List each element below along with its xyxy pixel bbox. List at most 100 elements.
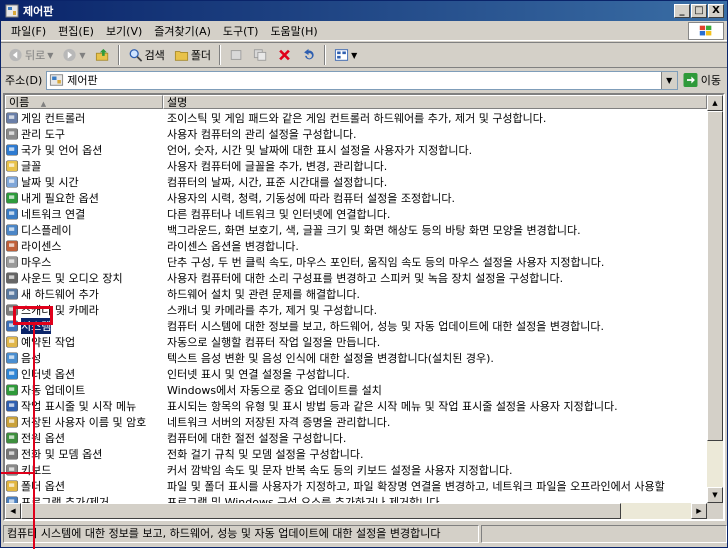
gamepad-icon [6,112,19,124]
list-item[interactable]: 사운드 및 오디오 장치 사용자 컴퓨터에 대한 소리 구성표를 변경하고 스피커… [5,270,707,286]
close-button[interactable]: X [708,4,724,18]
address-field[interactable]: 제어판 ▼ [46,70,678,90]
list-item-name-cell[interactable]: 디스플레이 [5,222,163,238]
list-item-description: 컴퓨터에 대한 절전 설정을 구성합니다. [167,432,347,445]
list-item-description: 컴퓨터의 날짜, 시간, 표준 시간대를 설정합니다. [167,176,388,189]
list-item-name-cell[interactable]: 인터넷 옵션 [5,366,163,382]
status-panel [481,525,727,543]
list-item-name-cell[interactable]: 날짜 및 시간 [5,174,163,190]
list-item-name-cell[interactable]: 전원 옵션 [5,430,163,446]
list-item[interactable]: 국가 및 언어 옵션 언어, 숫자, 시간 및 날짜에 대한 표시 설정을 사용자… [5,142,707,158]
list-item-name-cell[interactable]: 국가 및 언어 옵션 [5,142,163,158]
maximize-button[interactable]: □ [691,4,707,18]
column-header-name[interactable]: 이름 ▲ [5,95,163,109]
search-button[interactable]: 검색 [125,44,168,66]
list-item[interactable]: 마우스 단추 구성, 두 번 클릭 속도, 마우스 포인터, 움직임 속도 등의 … [5,254,707,270]
list-item-description: 단추 구성, 두 번 클릭 속도, 마우스 포인터, 움직임 속도 등의 마우스… [167,256,605,269]
list-item-name-cell[interactable]: 새 하드웨어 추가 [5,286,163,302]
views-button[interactable]: ▼ [331,44,360,66]
list-item-name-cell[interactable]: 마우스 [5,254,163,270]
folders-button[interactable]: 폴더 [171,44,214,66]
list-item-name-cell[interactable]: 사운드 및 오디오 장치 [5,270,163,286]
undo-button[interactable] [298,44,319,66]
list-item[interactable]: 새 하드웨어 추가 하드웨어 설치 및 관련 문제를 해결합니다. [5,286,707,302]
list-item-name-cell[interactable]: 글꼴 [5,158,163,174]
menu-help[interactable]: 도움말(H) [264,23,323,39]
minimize-button[interactable]: _ [674,4,690,18]
go-button[interactable]: 이동 [678,72,727,88]
list-item[interactable]: 프로그램 추가/제거 프로그램 및 Windows 구성 요소를 추가하거나 제거… [5,494,707,503]
list-item-name-cell[interactable]: 음성 [5,350,163,366]
menu-view[interactable]: 보기(V) [100,23,148,39]
address-dropdown-icon[interactable]: ▼ [660,71,677,89]
list-item[interactable]: 전화 및 모뎀 옵션 전화 걸기 규칙 및 모뎀 설정을 구성합니다. [5,446,707,462]
list-item[interactable]: 글꼴 사용자 컴퓨터에 글꼴을 추가, 변경, 관리합니다. [5,158,707,174]
toolbar-separator [117,45,120,65]
list-item[interactable]: 폴더 옵션 파일 및 폴더 표시를 사용자가 지정하고, 파일 확장명 연결을 변… [5,478,707,494]
list-item[interactable]: 관리 도구 사용자 컴퓨터의 관리 설정을 구성합니다. [5,126,707,142]
list-item[interactable]: 전원 옵션 컴퓨터에 대한 절전 설정을 구성합니다. [5,430,707,446]
horizontal-scroll-thumb[interactable] [21,503,621,519]
list-item[interactable]: 예약된 작업 자동으로 실행할 컴퓨터 작업 일정을 만듭니다. [5,334,707,350]
list-item[interactable]: 디스플레이 백그라운드, 화면 보호기, 색, 글꼴 크기 및 화면 해상도 등의… [5,222,707,238]
vertical-scrollbar[interactable]: ▲ ▼ [707,95,723,503]
horizontal-scrollbar[interactable]: ◀ ▶ [5,503,707,519]
list-item[interactable]: 네트워크 연결 다른 컴퓨터나 네트워크 및 인터넷에 연결합니다. [5,206,707,222]
list-item-description: 파일 및 폴더 표시를 사용자가 지정하고, 파일 확장명 연결을 변경하고, … [167,480,665,493]
menu-edit[interactable]: 편집(E) [52,23,100,39]
list-item[interactable]: 키보드 커서 깜박임 속도 및 문자 반복 속도 등의 키보드 설정을 사용자 지… [5,462,707,478]
list-item-name: 관리 도구 [21,128,65,141]
forward-dropdown-icon[interactable]: ▼ [79,51,85,60]
list-item-name-cell[interactable]: 키보드 [5,462,163,478]
up-folder-button[interactable] [92,44,113,66]
taskbar-icon [6,400,19,412]
list-item-name-cell[interactable]: 전화 및 모뎀 옵션 [5,446,163,462]
vertical-scroll-thumb[interactable] [707,111,723,441]
list-item-name-cell[interactable]: 작업 표시줄 및 시작 메뉴 [5,398,163,414]
title-bar[interactable]: 제어판 _ □ X [1,1,727,21]
menu-file[interactable]: 파일(F) [5,23,52,39]
list-item-name-cell[interactable]: 라이센스 [5,238,163,254]
list-item-name-cell[interactable]: 관리 도구 [5,126,163,142]
scroll-up-icon[interactable]: ▲ [707,95,723,111]
list-item[interactable]: 자동 업데이트 Windows에서 자동으로 중요 업데이트를 설치 [5,382,707,398]
list-item[interactable]: 시스템 컴퓨터 시스템에 대한 정보를 보고, 하드웨어, 성능 및 자동 업데이… [5,318,707,334]
forward-button[interactable]: ▼ [59,44,88,66]
list-item-name-cell[interactable]: 내게 필요한 옵션 [5,190,163,206]
address-value: 제어판 [67,74,98,87]
list-item-name-cell[interactable]: 폴더 옵션 [5,478,163,494]
list-item[interactable]: 날짜 및 시간 컴퓨터의 날짜, 시간, 표준 시간대를 설정합니다. [5,174,707,190]
admin-tools-icon [6,128,19,140]
list-item-name-cell[interactable]: 네트워크 연결 [5,206,163,222]
copy-to-button[interactable] [250,44,271,66]
delete-button[interactable] [274,44,295,66]
list-item[interactable]: 인터넷 옵션 인터넷 표시 및 연결 설정을 구성합니다. [5,366,707,382]
scroll-right-icon[interactable]: ▶ [691,503,707,519]
list-item-name: 폴더 옵션 [21,480,65,493]
back-button[interactable]: 뒤로 ▼ [5,44,56,66]
scroll-down-icon[interactable]: ▼ [707,487,723,503]
menu-favorites[interactable]: 즐겨찾기(A) [148,23,217,39]
list-item[interactable]: 음성 텍스트 음성 변환 및 음성 인식에 대한 설정을 변경합니다(설치된 경우… [5,350,707,366]
list-item-name: 글꼴 [21,160,42,173]
list-item[interactable]: 게임 컨트롤러 조이스틱 및 게임 패드와 같은 게임 컨트롤러 하드웨어를 추가… [5,110,707,126]
move-to-button[interactable] [226,44,247,66]
list-item[interactable]: 내게 필요한 옵션 사용자의 시력, 청력, 기동성에 따라 컴퓨터 설정을 조정… [5,190,707,206]
list-item[interactable]: 저장된 사용자 이름 및 암호 네트워크 서버의 저장된 자격 증명을 관리합니다… [5,414,707,430]
list-item[interactable]: 라이센스 라이센스 옵션을 변경합니다. [5,238,707,254]
list-item[interactable]: 작업 표시줄 및 시작 메뉴 표시되는 항목의 유형 및 표시 방법 등과 같은 … [5,398,707,414]
list-item-name-cell[interactable]: 프로그램 추가/제거 [5,494,163,503]
column-header-description[interactable]: 설명 [163,95,707,109]
mouse-icon [6,256,19,268]
control-panel-list: 이름 ▲ 설명 게임 컨트롤러 조이스틱 및 게임 패드와 같은 게임 컨트롤러 … [3,93,725,521]
list-item-description: Windows에서 자동으로 중요 업데이트를 설치 [167,384,382,397]
list-item[interactable]: 스캐너 및 카메라 스캐너 및 카메라를 추가, 제거 및 구성합니다. [5,302,707,318]
scroll-left-icon[interactable]: ◀ [5,503,21,519]
list-item-name-cell[interactable]: 자동 업데이트 [5,382,163,398]
list-item-name-cell[interactable]: 게임 컨트롤러 [5,110,163,126]
list-item-name-cell[interactable]: 예약된 작업 [5,334,163,350]
back-dropdown-icon[interactable]: ▼ [47,51,53,60]
menu-tools[interactable]: 도구(T) [217,23,265,39]
views-dropdown-icon[interactable]: ▼ [351,51,357,60]
list-item-name-cell[interactable]: 저장된 사용자 이름 및 암호 [5,414,163,430]
